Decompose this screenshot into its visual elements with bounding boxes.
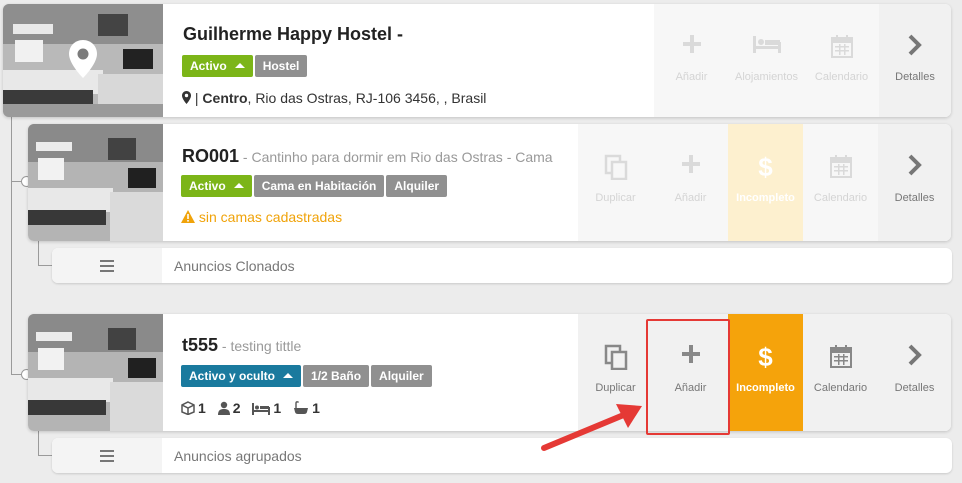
calendar-icon [803,154,878,180]
listing-card-t555[interactable]: t555 - testing tittle Activo y oculto 1/2… [28,314,951,431]
price-button[interactable]: $ Incompleto [728,124,803,241]
listing-title[interactable]: t555 - testing tittle [182,335,301,356]
listing-subtitle: - Cantinho para dormir em Rio das Ostras… [239,149,553,165]
mode-badge: Alquiler [386,175,448,197]
tree-line-sub-2h [38,455,52,456]
caret-up-icon [233,183,244,188]
details-button[interactable]: Detalles [878,314,951,431]
cloned-listings-label: Anuncios Clonados [174,257,295,274]
tree-line-sub-2 [38,430,39,456]
rooms-stat: 1 [181,400,206,416]
menu-icon[interactable] [52,438,162,473]
copy-icon [578,154,653,180]
beds-stat: 1 [252,400,281,416]
tree-line-sub-1 [38,240,39,266]
duplicate-button[interactable]: Duplicar [578,124,653,241]
annotation-arrow-icon [541,404,642,451]
guests-stat: 2 [217,400,240,416]
listing-tags: Activo y oculto 1/2 Baño Alquiler [181,365,434,387]
chevron-right-icon [878,154,951,180]
calendar-button[interactable]: Calendario [803,124,878,241]
dollar-icon: $ [758,152,773,182]
caret-up-icon [234,63,245,68]
plus-icon [653,154,728,180]
details-button[interactable]: Detalles [878,124,951,241]
type-badge: Hostel [254,55,308,77]
add-button[interactable]: Añadir [653,124,728,241]
dollar-icon: $ [758,342,773,372]
listing-card-ro001[interactable]: RO001 - Cantinho para dormir em Rio das … [28,124,951,241]
map-marker-icon [182,91,191,104]
baths-stat: 1 [293,400,320,416]
tree-line-main [11,100,12,375]
price-button[interactable]: $ Incompleto [728,314,803,431]
hostel-calendar-button[interactable]: Calendario [804,4,879,117]
grouped-listings-label: Anuncios agrupados [174,447,302,464]
chevron-right-icon [879,34,951,60]
bed-icon [252,403,271,415]
chevron-right-icon [878,344,951,370]
hostel-address: | Centro, Rio das Ostras, RJ-106 3456, ,… [182,90,486,106]
grouped-listings-row[interactable]: Anuncios agrupados [52,438,952,473]
menu-icon[interactable] [52,248,162,283]
calendar-button[interactable]: Calendario [803,314,878,431]
listing-thumbnail[interactable] [28,124,163,241]
status-badge[interactable]: Activo [182,55,253,77]
bed-icon [729,34,804,60]
hostel-card[interactable]: Guilherme Happy Hostel - Activo Hostel | … [3,4,951,117]
hostel-thumbnail[interactable] [3,4,163,117]
warning-message: sin camas cadastradas [181,209,342,225]
listing-subtitle: - testing tittle [218,338,302,354]
type-badge: 1/2 Baño [303,365,370,387]
plus-icon [654,34,729,60]
tree-line-sub-1h [38,265,52,266]
cloned-listings-row[interactable]: Anuncios Clonados [52,248,952,283]
hostel-details-button[interactable]: Detalles [879,4,951,117]
calendar-icon [804,34,879,60]
type-badge: Cama en Habitación [253,175,385,197]
mode-badge: Alquiler [371,365,432,387]
hostel-name[interactable]: Guilherme Happy Hostel - [183,24,403,45]
status-badge[interactable]: Activo y oculto [181,365,302,387]
listing-title[interactable]: RO001 - Cantinho para dormir em Rio das … [182,146,553,167]
caret-up-icon [283,373,294,378]
status-badge[interactable]: Activo [181,175,252,197]
listing-tags: Activo Cama en Habitación Alquiler [181,175,449,197]
user-icon [217,401,230,415]
copy-icon [578,344,653,370]
listing-thumbnail[interactable] [28,314,163,431]
hostel-tags: Activo Hostel [182,55,309,77]
listing-stats: 1 2 1 1 [181,400,328,416]
calendar-icon [803,344,878,370]
bath-icon [294,401,309,414]
map-pin-icon [68,39,98,79]
annotation-highlight-box [646,319,730,435]
warning-icon [181,210,195,223]
box-icon [181,401,195,416]
hostel-add-button[interactable]: Añadir [654,4,729,117]
hostel-rooms-button[interactable]: Alojamientos [729,4,804,117]
